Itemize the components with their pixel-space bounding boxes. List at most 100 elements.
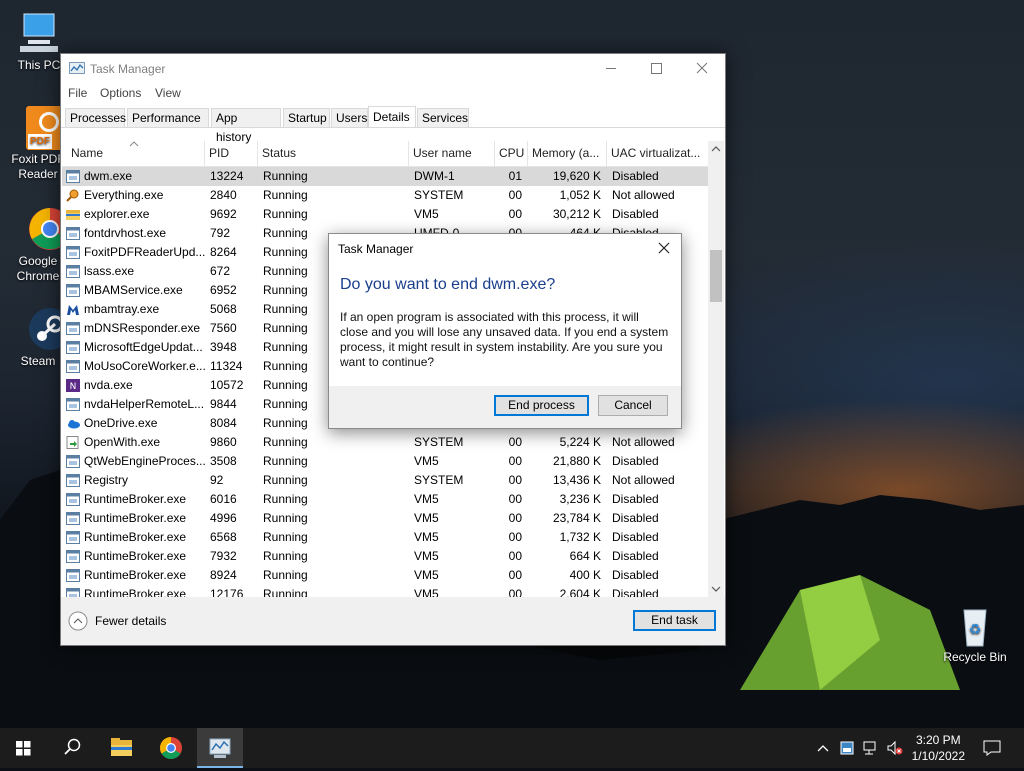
tab-users[interactable]: Users: [331, 108, 368, 127]
foxit-pdf-icon: PDF: [15, 104, 70, 150]
show-hidden-icons-chevron-icon[interactable]: [816, 743, 830, 753]
column-header-memory[interactable]: Memory (a...: [528, 141, 607, 166]
dialog-heading: Do you want to end dwm.exe?: [340, 276, 556, 293]
process-name-text: MoUsoCoreWorker.e...: [84, 359, 205, 373]
table-row[interactable]: QtWebEngineProces... 3508 Running VM5 00 21,8…: [62, 452, 708, 471]
process-user: VM5: [414, 511, 439, 525]
maximize-button[interactable]: [634, 54, 680, 83]
column-header-pid[interactable]: PID: [205, 141, 258, 166]
process-name: lsass.exe: [62, 262, 205, 281]
column-header-name[interactable]: Name: [62, 141, 205, 166]
table-row[interactable]: RuntimeBroker.exe 6568 Running VM5 00 1,732 K…: [62, 528, 708, 547]
volume-muted-icon[interactable]: [886, 740, 904, 756]
end-task-button[interactable]: End task: [633, 610, 716, 631]
vertical-scrollbar[interactable]: [708, 141, 724, 597]
process-user: VM5: [414, 454, 439, 468]
process-name: mbamtray.exe: [62, 300, 205, 319]
clock[interactable]: 3:20 PM 1/10/2022: [912, 732, 965, 764]
desktop-icon-recycle-bin[interactable]: ♻ Recycle Bin: [940, 602, 1010, 665]
scroll-up-arrow-icon[interactable]: [708, 143, 724, 155]
process-name-text: RuntimeBroker.exe: [84, 587, 187, 597]
column-header-username[interactable]: User name: [409, 141, 495, 166]
tab-performance[interactable]: Performance: [127, 108, 209, 127]
table-row[interactable]: explorer.exe 9692 Running VM5 00 30,212 K Disa…: [62, 205, 708, 224]
window-icon: [66, 322, 80, 335]
table-row[interactable]: RuntimeBroker.exe 6016 Running VM5 00 3,236 K…: [62, 490, 708, 509]
window-icon: [66, 512, 80, 525]
dialog-close-icon[interactable]: [656, 240, 672, 256]
tab-services[interactable]: Services: [417, 108, 469, 127]
search-button[interactable]: [48, 728, 94, 768]
process-status: Running: [263, 454, 308, 468]
tab-processes[interactable]: Processes: [65, 108, 126, 127]
minimize-button[interactable]: [588, 54, 634, 83]
table-row[interactable]: RuntimeBroker.exe 12176 Running VM5 00 2,604 …: [62, 585, 708, 597]
process-user: SYSTEM: [414, 473, 464, 487]
process-user: VM5: [414, 530, 439, 544]
clock-date: 1/10/2022: [911, 749, 965, 763]
table-row[interactable]: OpenWith.exe 9860 Running SYSTEM 00 5,224 K No…: [62, 433, 708, 452]
tab-app-history[interactable]: App history: [211, 108, 281, 144]
table-row[interactable]: Everything.exe 2840 Running SYSTEM 00 1,052 K…: [62, 186, 708, 205]
menu-view[interactable]: View: [155, 86, 181, 100]
menu-file[interactable]: File: [68, 86, 87, 100]
process-cpu: 00: [508, 492, 522, 506]
taskbar-file-explorer[interactable]: [98, 728, 144, 768]
process-name-text: FoxitPDFReaderUpd...: [84, 245, 205, 259]
start-button[interactable]: [0, 728, 46, 768]
process-pid: 8924: [210, 568, 237, 582]
notifications-icon[interactable]: [983, 740, 1001, 756]
table-row[interactable]: RuntimeBroker.exe 7932 Running VM5 00 664 K Di…: [62, 547, 708, 566]
process-name: mDNSResponder.exe: [62, 319, 205, 338]
dialog-message: If an open program is associated with th…: [340, 310, 669, 369]
title-bar[interactable]: Task Manager: [61, 54, 725, 83]
table-row[interactable]: Registry 92 Running SYSTEM 00 13,436 K Not all…: [62, 471, 708, 490]
process-uac: Disabled: [612, 169, 659, 183]
process-pid: 12176: [210, 587, 244, 597]
process-uac: Not allowed: [612, 188, 675, 202]
taskbar-chrome[interactable]: [148, 728, 194, 768]
process-name: RuntimeBroker.exe: [62, 490, 205, 509]
process-memory: 3,236 K: [559, 492, 601, 506]
menu-options[interactable]: Options: [100, 86, 141, 100]
window-icon: [66, 493, 80, 506]
process-user: VM5: [414, 568, 439, 582]
tray-app-icon[interactable]: [840, 741, 854, 755]
task-manager-icon: [209, 738, 231, 758]
process-user: VM5: [414, 549, 439, 563]
process-uac: Not allowed: [612, 435, 675, 449]
cancel-button[interactable]: Cancel: [598, 395, 668, 416]
table-row[interactable]: dwm.exe 13224 Running DWM-1 01 19,620 K Disabl…: [62, 167, 708, 186]
table-row[interactable]: RuntimeBroker.exe 8924 Running VM5 00 400 K Di…: [62, 566, 708, 585]
column-header-cpu[interactable]: CPU: [495, 141, 528, 166]
process-cpu: 00: [508, 568, 522, 582]
end-process-button[interactable]: End process: [494, 395, 589, 416]
taskbar-task-manager[interactable]: [197, 728, 243, 768]
column-header-uac[interactable]: UAC virtualizat...: [607, 141, 708, 166]
scroll-down-arrow-icon[interactable]: [708, 583, 724, 595]
process-name-text: fontdrvhost.exe: [84, 226, 167, 240]
column-header-status[interactable]: Status: [258, 141, 409, 166]
process-name: explorer.exe: [62, 205, 205, 224]
process-memory: 664 K: [569, 549, 601, 563]
process-name-text: RuntimeBroker.exe: [84, 549, 187, 563]
tab-details[interactable]: Details: [368, 106, 416, 128]
window-icon: [66, 550, 80, 563]
process-name-text: RuntimeBroker.exe: [84, 530, 187, 544]
scrollbar-thumb[interactable]: [710, 250, 722, 302]
process-status: Running: [263, 169, 308, 183]
process-name: OneDrive.exe: [62, 414, 205, 433]
process-name: MBAMService.exe: [62, 281, 205, 300]
process-user: VM5: [414, 207, 439, 221]
tab-divider: [61, 127, 725, 128]
table-row[interactable]: RuntimeBroker.exe 4996 Running VM5 00 23,784 …: [62, 509, 708, 528]
process-name: FoxitPDFReaderUpd...: [62, 243, 205, 262]
network-icon[interactable]: [863, 741, 879, 755]
window-icon: [66, 360, 80, 373]
end-process-dialog: Task Manager Do you want to end dwm.exe?…: [328, 233, 682, 429]
close-button[interactable]: [679, 54, 725, 83]
process-name-text: RuntimeBroker.exe: [84, 568, 187, 582]
process-status: Running: [263, 549, 308, 563]
computer-icon: [16, 10, 62, 56]
tab-startup[interactable]: Startup: [283, 108, 330, 127]
